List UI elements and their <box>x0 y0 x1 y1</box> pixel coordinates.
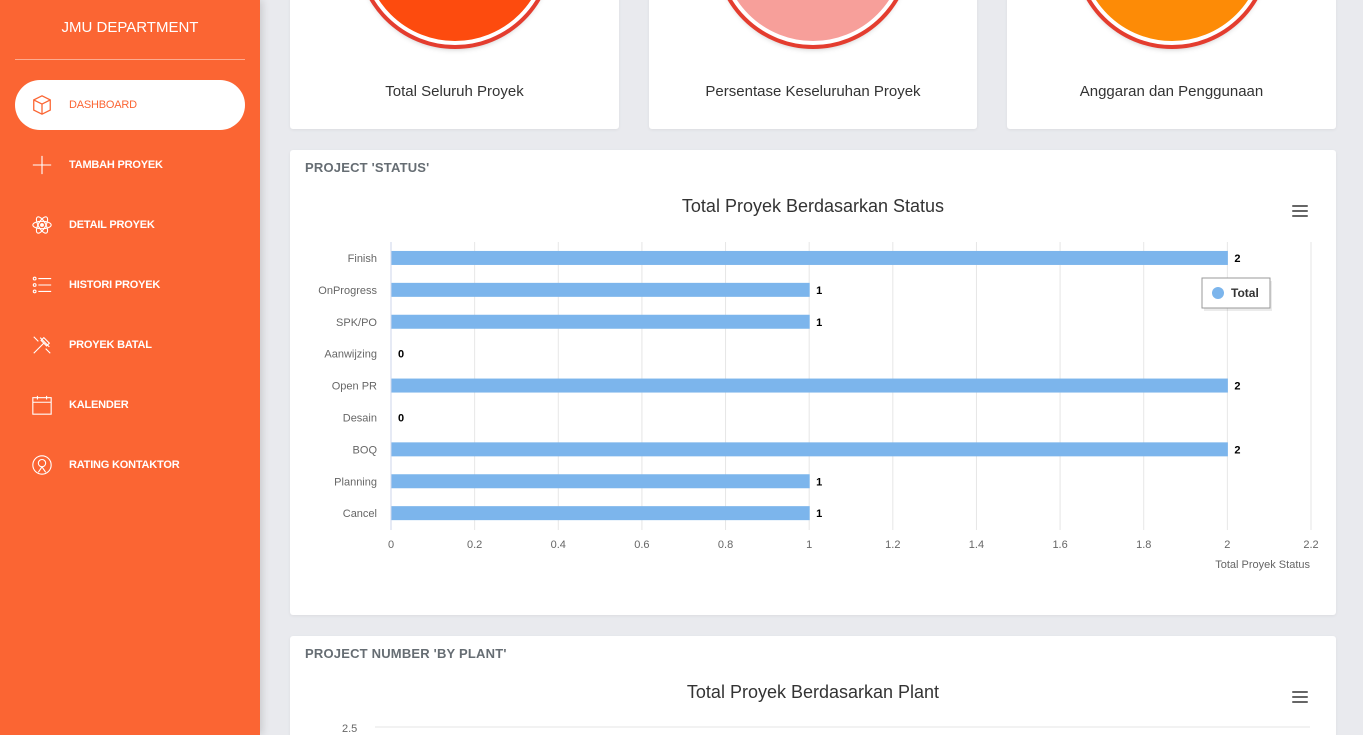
data-label: 1 <box>816 508 822 520</box>
y-category-label: SPK/PO <box>336 317 377 329</box>
sidebar-item-histori-proyek[interactable]: HISTORI PROYEK <box>15 260 245 310</box>
data-label: 0 <box>398 412 404 424</box>
y-category-label: Desain <box>343 412 377 424</box>
data-label: 2 <box>1234 381 1240 393</box>
y-category-label: Finish <box>348 253 377 265</box>
stat-card-caption: Total Seluruh Proyek <box>385 83 524 100</box>
sidebar-item-label: KALENDER <box>69 399 129 411</box>
legend-label: Total <box>1231 286 1259 300</box>
stat-circle <box>718 0 908 45</box>
stat-card-caption: Anggaran dan Penggunaan <box>1079 83 1264 100</box>
x-tick-label: 1.6 <box>1052 539 1067 551</box>
sidebar-item-label: HISTORI PROYEK <box>69 279 161 291</box>
y-tick-label: 2.5 <box>342 723 357 735</box>
bar <box>391 506 810 521</box>
stat-card-caption: Persentase Keseluruhan Proyek <box>705 83 921 100</box>
x-tick-label: 1.8 <box>1136 539 1151 551</box>
sidebar-item-kalender[interactable]: KALENDER <box>15 380 245 430</box>
y-category-label: Open PR <box>332 381 377 393</box>
sidebar-item-rating-kontaktor[interactable]: RATING KONTAKTOR <box>15 440 245 490</box>
data-label: 2 <box>1234 444 1240 456</box>
brand-title: JMU DEPARTMENT <box>15 0 245 60</box>
x-tick-label: 2 <box>1224 539 1230 551</box>
box-icon <box>15 94 69 116</box>
sidebar: JMU DEPARTMENT DASHBOARD TAMBAH PROYEK D… <box>0 0 260 735</box>
sidebar-item-dashboard[interactable]: DASHBOARD <box>15 80 245 130</box>
plant-bar-chart: 2.5 <box>342 723 1310 735</box>
x-tick-label: 0 <box>388 539 394 551</box>
sidebar-item-proyek-batal[interactable]: PROYEK BATAL <box>15 320 245 370</box>
x-tick-label: 0.2 <box>467 539 482 551</box>
y-category-label: Aanwijzing <box>324 349 377 361</box>
stat-card-total-proyek[interactable]: Total Seluruh Proyek <box>290 0 619 129</box>
calendar-icon <box>15 394 69 416</box>
stat-circle <box>359 0 550 45</box>
sidebar-item-label: RATING KONTAKTOR <box>69 459 180 471</box>
project-status-card: PROJECT 'STATUS' Total Proyek Berdasarka… <box>290 150 1336 615</box>
sidebar-item-label: DASHBOARD <box>69 99 137 111</box>
bar <box>391 378 1228 393</box>
data-label: 1 <box>816 476 822 488</box>
x-axis-title: Total Proyek Status <box>1215 559 1310 571</box>
data-label: 2 <box>1234 253 1240 265</box>
sidebar-item-detail-proyek[interactable]: DETAIL PROYEK <box>15 200 245 250</box>
x-tick-label: 0.6 <box>634 539 649 551</box>
plus-icon <box>15 154 69 176</box>
x-tick-label: 1.4 <box>969 539 984 551</box>
bar <box>391 250 1228 265</box>
x-tick-label: 0.4 <box>551 539 566 551</box>
data-label: 0 <box>398 349 404 361</box>
y-category-label: Planning <box>334 476 377 488</box>
data-label: 1 <box>816 317 822 329</box>
legend-marker <box>1212 287 1224 299</box>
data-label: 1 <box>816 285 822 297</box>
pin-icon <box>15 454 69 476</box>
y-category-label: BOQ <box>353 444 378 456</box>
sidebar-item-label: TAMBAH PROYEK <box>69 159 163 171</box>
tools-icon <box>15 334 69 356</box>
stat-card-persentase[interactable]: Persentase Keseluruhan Proyek <box>649 0 977 129</box>
status-bar-chart: 0 0.2 0.4 0.6 0.8 1 1.2 1.4 1.6 1.8 2 2.2 Finish 2 OnP… <box>318 242 1319 571</box>
atom-icon <box>15 214 69 236</box>
bar <box>391 474 810 489</box>
sidebar-item-tambah-proyek[interactable]: TAMBAH PROYEK <box>15 140 245 190</box>
sidebar-item-label: DETAIL PROYEK <box>69 219 155 231</box>
list-icon <box>15 274 69 296</box>
stat-card-anggaran[interactable]: Anggaran dan Penggunaan <box>1007 0 1336 129</box>
bar <box>391 442 1228 457</box>
x-tick-label: 1.2 <box>885 539 900 551</box>
x-tick-label: 0.8 <box>718 539 733 551</box>
x-tick-label: 2.2 <box>1303 539 1318 551</box>
project-plant-card: PROJECT NUMBER 'BY PLANT' Total Proyek B… <box>290 636 1336 735</box>
x-tick-label: 1 <box>806 539 812 551</box>
stat-circle <box>1076 0 1267 45</box>
bar <box>391 314 810 329</box>
bar <box>391 282 810 297</box>
sidebar-item-label: PROYEK BATAL <box>69 339 152 351</box>
y-category-label: Cancel <box>343 508 377 520</box>
y-category-label: OnProgress <box>318 285 377 297</box>
